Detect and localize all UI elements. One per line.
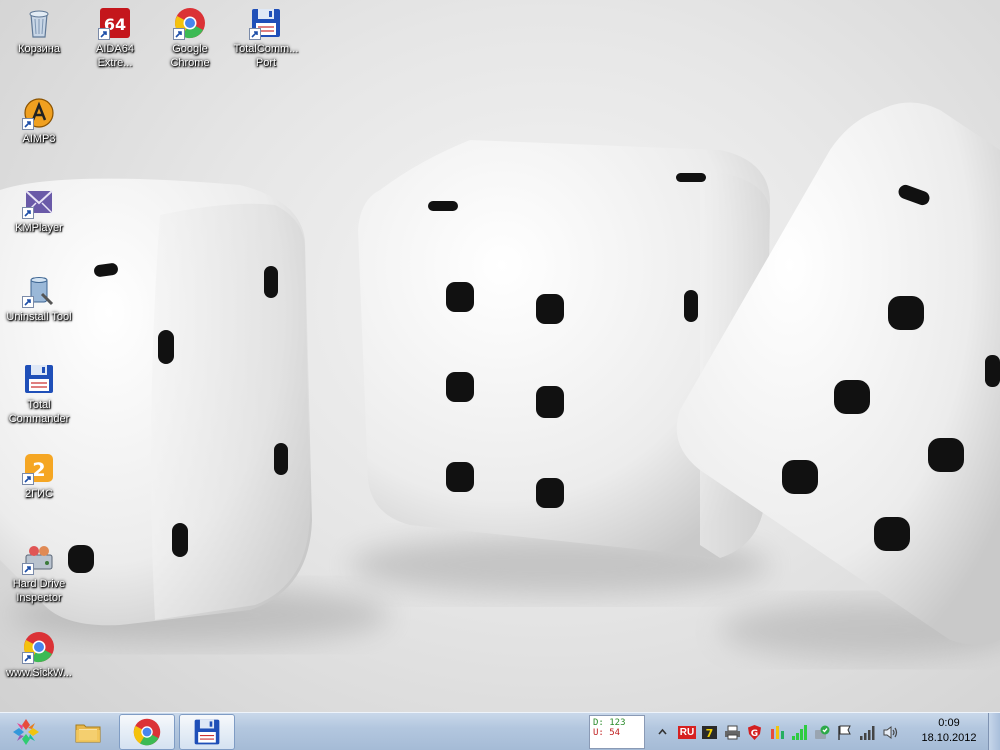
volume-icon bbox=[883, 726, 898, 739]
system-tray: RU 7 G bbox=[650, 713, 920, 750]
taskbar-button-explorer[interactable] bbox=[60, 714, 116, 750]
tray-action-center[interactable] bbox=[836, 724, 853, 741]
desktop-icon-label: 2ГИС bbox=[25, 488, 53, 500]
taskbar-button-chrome[interactable] bbox=[119, 714, 175, 750]
shortcut-arrow-icon bbox=[22, 207, 34, 219]
desktop-icon-label: Total Commander bbox=[8, 399, 70, 425]
folder-icon bbox=[75, 724, 101, 743]
desktop-icon-total-commander[interactable]: Total Commander bbox=[0, 358, 78, 438]
aida64-icon: 64 bbox=[98, 6, 132, 40]
tray-printer[interactable] bbox=[724, 724, 741, 741]
desktop-icon-totalcommander-port[interactable]: TotalComm... Port bbox=[227, 2, 305, 82]
floppy-icon bbox=[249, 6, 283, 40]
taskbar: D: 123 U: 54 RU 7 G 0:09 18.10.2012 bbox=[0, 712, 1000, 750]
desktop-icon-uninstall-tool[interactable]: Uninstall Tool bbox=[0, 270, 78, 350]
chrome-icon bbox=[22, 630, 56, 664]
desktop-icon-sickw-link[interactable]: www.SickW... bbox=[0, 626, 78, 706]
start-button[interactable] bbox=[4, 715, 48, 749]
clock-time: 0:09 bbox=[938, 717, 960, 729]
tray-volume[interactable] bbox=[882, 724, 899, 741]
shortcut-arrow-icon bbox=[22, 296, 34, 308]
desktop-icon-aimp3[interactable]: AIMP3 bbox=[0, 92, 78, 172]
tray-app-1[interactable]: 7 bbox=[701, 724, 718, 741]
upload-speed: U: 54 bbox=[593, 728, 621, 738]
taskbar-clock[interactable]: 0:09 18.10.2012 bbox=[916, 716, 982, 748]
shortcut-arrow-icon bbox=[98, 28, 110, 40]
svg-text:7: 7 bbox=[706, 727, 714, 740]
windows-logo-icon bbox=[13, 719, 39, 745]
network-icon bbox=[860, 726, 875, 740]
shortcut-arrow-icon bbox=[22, 563, 34, 575]
svg-text:2: 2 bbox=[32, 459, 45, 481]
desktop-icon-label: Корзина bbox=[18, 43, 60, 55]
floppy-icon bbox=[22, 362, 56, 396]
desktop-icon-label: AIDA64 Extre... bbox=[96, 43, 134, 69]
hard-drive-inspector-icon bbox=[22, 541, 56, 575]
tray-network[interactable] bbox=[859, 724, 876, 741]
language-switcher[interactable]: RU bbox=[676, 724, 698, 741]
bars-icon bbox=[771, 726, 784, 739]
svg-text:G: G bbox=[751, 729, 758, 739]
show-desktop-button[interactable] bbox=[988, 713, 1000, 750]
shield-icon: G bbox=[748, 725, 761, 740]
desktop-icon-recycle-bin[interactable]: Корзина bbox=[0, 2, 78, 82]
desktop-icon-label: www.SickW... bbox=[5, 667, 72, 679]
network-speed-meter[interactable]: D: 123 U: 54 bbox=[589, 715, 645, 749]
shortcut-arrow-icon bbox=[22, 473, 34, 485]
uninstall-tool-icon bbox=[22, 274, 56, 308]
desktop-icon-label: Hard Drive Inspector bbox=[12, 578, 66, 604]
tray-antivirus[interactable] bbox=[813, 724, 830, 741]
desktop-icon-kmplayer[interactable]: KMPlayer bbox=[0, 181, 78, 261]
desktop-icon-label: Uninstall Tool bbox=[6, 311, 72, 323]
desktop-icon-aida64[interactable]: 64 AIDA64 Extre... bbox=[76, 2, 154, 82]
recycle-bin-icon bbox=[22, 6, 56, 40]
shortcut-arrow-icon bbox=[173, 28, 185, 40]
kmplayer-icon bbox=[22, 185, 56, 219]
chrome-icon bbox=[133, 718, 161, 746]
wallpaper-dice bbox=[0, 102, 1000, 658]
shortcut-arrow-icon bbox=[22, 118, 34, 130]
desktop-icon-label: Google Chrome bbox=[170, 43, 210, 69]
clock-date: 18.10.2012 bbox=[921, 732, 977, 744]
shortcut-arrow-icon bbox=[249, 28, 261, 40]
chrome-icon bbox=[173, 6, 207, 40]
printer-icon bbox=[725, 725, 740, 740]
download-speed: D: 123 bbox=[593, 718, 626, 728]
tray-monitor[interactable] bbox=[769, 724, 786, 741]
desktop-icon-label: KMPlayer bbox=[15, 222, 63, 234]
app-icon: 7 bbox=[702, 726, 717, 740]
show-hidden-icons-button[interactable] bbox=[654, 724, 671, 741]
desktop-icon-label: TotalComm... Port bbox=[233, 43, 299, 69]
desktop-icon-label: AIMP3 bbox=[22, 133, 56, 145]
flag-icon bbox=[838, 725, 851, 740]
signal-icon bbox=[792, 725, 807, 740]
antivirus-icon bbox=[815, 725, 830, 739]
desktop-icon-hard-drive-inspector[interactable]: Hard Drive Inspector bbox=[0, 537, 78, 617]
2gis-icon: 2 bbox=[22, 451, 56, 485]
tray-signal[interactable] bbox=[791, 724, 808, 741]
taskbar-button-total-commander[interactable] bbox=[179, 714, 235, 750]
aimp-icon bbox=[22, 96, 56, 130]
floppy-icon bbox=[194, 719, 220, 745]
desktop-icon-2gis[interactable]: 2 2ГИС bbox=[0, 447, 78, 527]
chevron-icon bbox=[658, 728, 667, 735]
tray-security[interactable]: G bbox=[746, 724, 763, 741]
language-indicator: RU bbox=[677, 726, 697, 739]
shortcut-arrow-icon bbox=[22, 652, 34, 664]
desktop-icon-chrome[interactable]: Google Chrome bbox=[151, 2, 229, 82]
